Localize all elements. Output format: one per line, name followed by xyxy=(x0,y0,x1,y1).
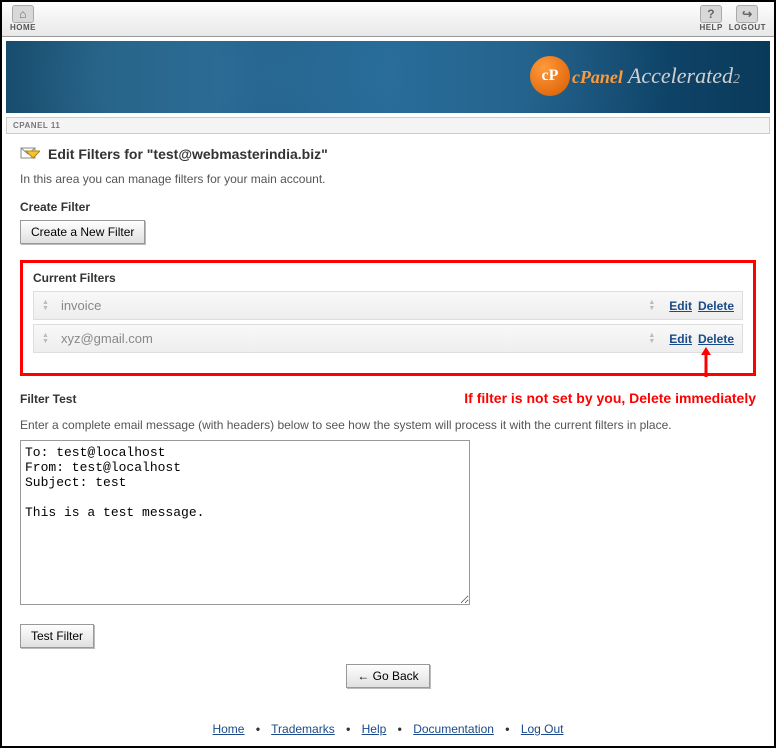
filter-test-heading: Filter Test xyxy=(20,392,76,406)
logo-cpanel-text: cPanel xyxy=(572,67,623,88)
banner: cP cPanel Accelerated 2 xyxy=(6,41,770,113)
filter-name: xyz@gmail.com xyxy=(61,331,648,346)
help-label: HELP xyxy=(699,23,722,32)
annotation-text: If filter is not set by you, Delete imme… xyxy=(464,390,756,406)
sort-arrows-icon: ▲▼ xyxy=(648,300,655,312)
intro-text: In this area you can manage filters for … xyxy=(20,172,756,186)
footer-separator: • xyxy=(256,722,260,736)
current-filters-heading: Current Filters xyxy=(33,271,743,285)
delete-filter-link[interactable]: Delete xyxy=(698,332,734,346)
create-filter-button[interactable]: Create a New Filter xyxy=(20,220,145,244)
drag-handle-icon[interactable]: ▲▼ xyxy=(42,333,49,345)
footer-link-help[interactable]: Help xyxy=(362,722,387,736)
go-back-button[interactable]: ← Go Back xyxy=(346,664,429,688)
logo-circle-icon: cP xyxy=(530,56,570,96)
filter-test-desc: Enter a complete email message (with hea… xyxy=(20,418,756,432)
create-filter-heading: Create Filter xyxy=(20,200,756,214)
content: Edit Filters for "test@webmasterindia.bi… xyxy=(2,134,774,716)
delete-filter-link[interactable]: Delete xyxy=(698,299,734,313)
logo-accelerated-text: Accelerated xyxy=(628,63,733,89)
home-icon: ⌂ xyxy=(12,5,34,23)
footer-link-documentation[interactable]: Documentation xyxy=(413,722,494,736)
cpanel-logo: cP cPanel Accelerated 2 xyxy=(530,56,740,96)
help-icon: ? xyxy=(700,5,722,23)
edit-filter-link[interactable]: Edit xyxy=(669,299,692,313)
mail-filter-icon xyxy=(20,146,40,162)
drag-handle-icon[interactable]: ▲▼ xyxy=(42,300,49,312)
top-bar: ⌂ HOME ? HELP ↪ LOGOUT xyxy=(2,2,774,37)
footer-separator: • xyxy=(346,722,350,736)
footer-link-home[interactable]: Home xyxy=(212,722,244,736)
filter-test-textarea[interactable] xyxy=(20,440,470,605)
footer-link-trademarks[interactable]: Trademarks xyxy=(271,722,335,736)
footer-separator: • xyxy=(505,722,509,736)
logo-sub-text: 2 xyxy=(733,72,740,88)
home-nav[interactable]: ⌂ HOME xyxy=(10,5,36,32)
test-filter-button[interactable]: Test Filter xyxy=(20,624,94,648)
filter-row: ▲▼ xyz@gmail.com ▲▼ Edit Delete xyxy=(33,324,743,353)
page-title: Edit Filters for "test@webmasterindia.bi… xyxy=(48,146,328,162)
filter-row: ▲▼ invoice ▲▼ Edit Delete xyxy=(33,291,743,320)
logout-nav[interactable]: ↪ LOGOUT xyxy=(729,5,766,32)
logout-icon: ↪ xyxy=(736,5,758,23)
logout-label: LOGOUT xyxy=(729,23,766,32)
sort-arrows-icon: ▲▼ xyxy=(648,333,655,345)
current-filters-box: Current Filters ▲▼ invoice ▲▼ Edit Delet… xyxy=(20,260,756,376)
breadcrumb: CPANEL 11 xyxy=(6,117,770,134)
edit-filter-link[interactable]: Edit xyxy=(669,332,692,346)
filter-name: invoice xyxy=(61,298,648,313)
footer: Home • Trademarks • Help • Documentation… xyxy=(2,716,774,746)
help-nav[interactable]: ? HELP xyxy=(699,5,722,32)
home-label: HOME xyxy=(10,23,36,32)
footer-separator: • xyxy=(398,722,402,736)
footer-link-logout[interactable]: Log Out xyxy=(521,722,564,736)
